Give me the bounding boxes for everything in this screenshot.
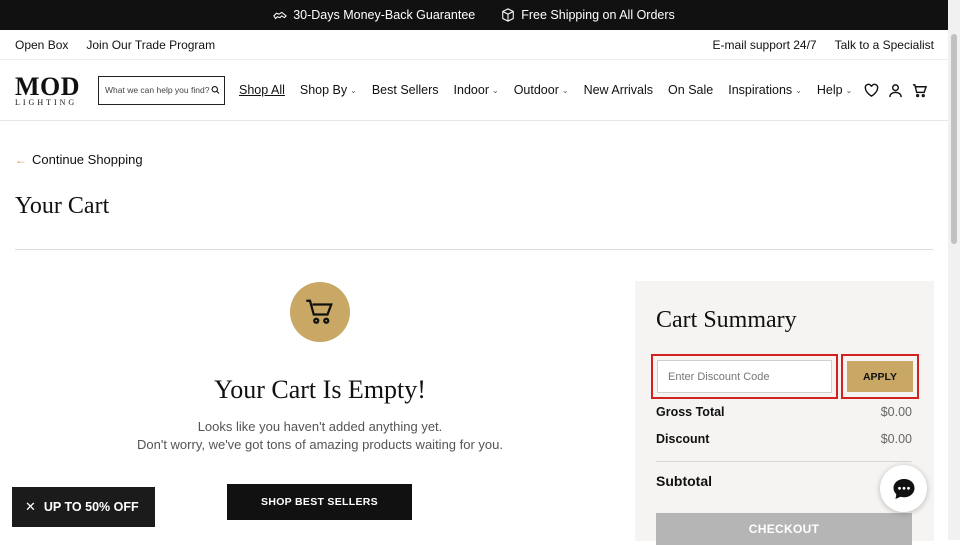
- discount-row: Discount $0.00: [656, 432, 912, 446]
- promo-offer-label: UP TO 50% OFF: [43, 500, 139, 514]
- close-icon[interactable]: ✕: [25, 499, 36, 515]
- menu-indoor-label: Indoor: [453, 83, 489, 97]
- menu-outdoor-label: Outdoor: [513, 83, 559, 97]
- menu-shop-by[interactable]: Shop By ⌄: [300, 83, 357, 97]
- discount-highlight: [651, 354, 838, 399]
- arrow-left-icon: ←: [15, 152, 27, 167]
- chat-icon: [893, 478, 914, 499]
- menu-indoor[interactable]: Indoor ⌄: [454, 83, 499, 97]
- menu-shop-by-label: Shop By: [299, 83, 348, 97]
- checkout-button[interactable]: CHECKOUT: [656, 513, 912, 545]
- open-box-link[interactable]: Open Box: [15, 38, 68, 52]
- logo-subtext: LIGHTING: [15, 97, 78, 107]
- chevron-down-icon: ⌄: [795, 85, 802, 95]
- cart-icon: [306, 299, 333, 324]
- promo-guarantee: 30-Days Money-Back Guarantee: [273, 8, 475, 22]
- utility-bar: Open Box Join Our Trade Program E-mail s…: [0, 30, 948, 60]
- menu-inspirations-label: Inspirations: [728, 83, 793, 97]
- menu-inspirations[interactable]: Inspirations ⌄: [728, 83, 802, 97]
- promo-shipping: Free Shipping on All Orders: [501, 8, 675, 22]
- nav-icons: [864, 83, 928, 98]
- chevron-down-icon: ⌄: [492, 85, 499, 95]
- continue-shopping-link[interactable]: ← Continue Shopping: [15, 152, 143, 167]
- menu: Shop All Shop By ⌄ Best Sellers Indoor ⌄ O…: [239, 83, 852, 97]
- gross-total-value: $0.00: [880, 405, 912, 419]
- apply-highlight: APPLY: [841, 354, 919, 399]
- menu-help[interactable]: Help ⌄: [817, 83, 852, 97]
- gross-total-label: Gross Total: [656, 405, 725, 419]
- chevron-down-icon: ⌄: [561, 85, 569, 95]
- page-scrollbar[interactable]: [948, 0, 960, 540]
- heart-icon[interactable]: [864, 83, 879, 98]
- search-box: [98, 75, 225, 105]
- page-title: Your Cart: [15, 193, 110, 219]
- menu-help-label: Help: [816, 83, 843, 97]
- shop-best-sellers-button[interactable]: SHOP BEST SELLERS: [227, 484, 412, 520]
- menu-shop-all-label: Shop All: [239, 83, 285, 97]
- chevron-down-icon: ⌄: [845, 85, 853, 95]
- empty-cart-title: Your Cart Is Empty!: [214, 375, 426, 404]
- menu-on-sale[interactable]: On Sale: [668, 83, 713, 97]
- empty-cart-line-1: Looks like you haven't added anything ye…: [197, 419, 443, 434]
- promo-bar: 30-Days Money-Back Guarantee Free Shippi…: [0, 0, 948, 30]
- promo-guarantee-label: 30-Days Money-Back Guarantee: [293, 8, 476, 22]
- menu-new-arrivals[interactable]: New Arrivals: [584, 83, 653, 97]
- user-icon[interactable]: [888, 83, 903, 98]
- summary-divider: [656, 461, 912, 462]
- scrollbar-thumb[interactable]: [951, 34, 957, 244]
- main-nav: MOD LIGHTING Shop All Shop By⌄ Best Sell…: [0, 60, 948, 121]
- cart-icon[interactable]: [912, 83, 928, 98]
- menu-on-sale-label: On Sale: [668, 83, 714, 97]
- search-input[interactable]: [105, 85, 211, 95]
- handshake-icon: [273, 11, 288, 20]
- empty-cart-line-2: Don't worry, we've got tons of amazing p…: [136, 437, 503, 452]
- cart-summary-title: Cart Summary: [656, 307, 797, 333]
- logo-text: MOD: [15, 71, 81, 101]
- divider: [15, 249, 933, 250]
- discount-code-input[interactable]: [657, 360, 832, 393]
- search-icon[interactable]: [211, 85, 220, 95]
- promo-offer-pill[interactable]: ✕ UP TO 50% OFF: [12, 487, 155, 527]
- subtotal-row: Subtotal $0: [656, 473, 912, 489]
- menu-new-arrivals-label: New Arrivals: [583, 83, 654, 97]
- subtotal-label: Subtotal: [656, 473, 712, 489]
- chat-button[interactable]: [880, 465, 927, 512]
- logo[interactable]: MOD LIGHTING: [15, 71, 83, 107]
- gross-total-row: Gross Total $0.00: [656, 405, 912, 419]
- chevron-down-icon: ⌄: [350, 85, 357, 95]
- menu-best-sellers[interactable]: Best Sellers: [372, 83, 439, 97]
- menu-shop-all[interactable]: Shop All: [239, 83, 285, 97]
- empty-cart-text: Looks like you haven't added anything ye…: [0, 418, 640, 454]
- empty-cart-badge: [290, 282, 350, 342]
- apply-button[interactable]: APPLY: [847, 361, 913, 392]
- promo-shipping-label: Free Shipping on All Orders: [521, 8, 675, 22]
- menu-best-sellers-label: Best Sellers: [371, 83, 439, 97]
- trade-program-link[interactable]: Join Our Trade Program: [86, 38, 215, 52]
- email-support-link[interactable]: E-mail support 24/7: [713, 38, 817, 52]
- menu-outdoor[interactable]: Outdoor ⌄: [514, 83, 569, 97]
- continue-shopping-label: Continue Shopping: [32, 152, 143, 167]
- discount-label: Discount: [656, 432, 710, 446]
- discount-value: $0.00: [880, 432, 912, 446]
- talk-specialist-link[interactable]: Talk to a Specialist: [835, 38, 934, 52]
- box-icon: [502, 8, 515, 22]
